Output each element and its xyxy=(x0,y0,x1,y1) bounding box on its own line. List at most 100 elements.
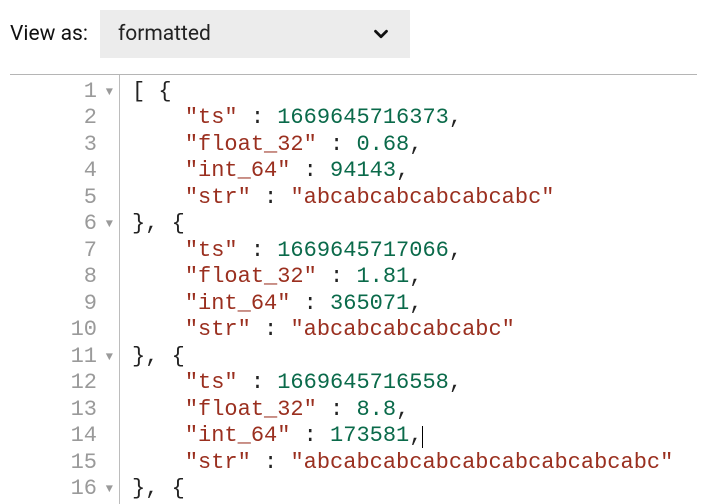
line-number: 9 xyxy=(84,291,97,318)
token-punct xyxy=(132,238,185,265)
fold-toggle-icon[interactable]: ▼ xyxy=(101,350,113,365)
token-number: 173581 xyxy=(330,423,409,450)
token-punct: : xyxy=(251,450,291,477)
code-line[interactable]: "str" : "abcabcabcabcabc" xyxy=(132,318,673,345)
gutter-row: 8▼ xyxy=(10,265,113,292)
gutter-row: 2▼ xyxy=(10,106,113,133)
token-string: "int_64" xyxy=(185,158,291,185)
gutter-row: 11▼ xyxy=(10,344,113,371)
gutter-row: 14▼ xyxy=(10,424,113,451)
token-string: "abcabcabcabcabc" xyxy=(290,317,514,344)
line-number: 7 xyxy=(84,238,97,265)
chevron-down-icon xyxy=(370,23,392,45)
code-line[interactable]: }, { xyxy=(132,477,673,504)
code-line[interactable]: "float_32" : 1.81, xyxy=(132,265,673,292)
token-string: "float_32" xyxy=(185,132,317,159)
token-punct: : xyxy=(238,370,278,397)
token-punct xyxy=(132,185,185,212)
code-editor[interactable]: 1▼2▼3▼4▼5▼6▼7▼8▼9▼10▼11▼12▼13▼14▼15▼16▼ … xyxy=(10,74,697,504)
code-line[interactable]: }, { xyxy=(132,212,673,239)
token-punct: : xyxy=(251,185,291,212)
token-number: 1669645716373 xyxy=(277,105,449,132)
line-number: 16 xyxy=(71,476,97,503)
gutter-row: 15▼ xyxy=(10,450,113,477)
line-number: 12 xyxy=(71,370,97,397)
code-line[interactable]: "ts" : 1669645716373, xyxy=(132,106,673,133)
token-number: 1.81 xyxy=(356,264,409,291)
gutter-row: 6▼ xyxy=(10,212,113,239)
line-number: 6 xyxy=(84,211,97,238)
fold-toggle-icon[interactable]: ▼ xyxy=(101,85,113,100)
gutter-row: 4▼ xyxy=(10,159,113,186)
token-punct: : xyxy=(238,238,278,265)
line-number: 1 xyxy=(84,79,97,106)
token-punct: : xyxy=(290,158,330,185)
token-punct xyxy=(132,158,185,185)
line-number: 8 xyxy=(84,264,97,291)
code-line[interactable]: "int_64" : 94143, xyxy=(132,159,673,186)
token-punct: , xyxy=(396,397,409,424)
token-punct: , xyxy=(449,105,462,132)
gutter-row: 13▼ xyxy=(10,397,113,424)
code-line[interactable]: "int_64" : 173581, xyxy=(132,424,673,451)
token-string: "str" xyxy=(185,317,251,344)
token-punct: : xyxy=(317,132,357,159)
code-line[interactable]: "str" : "abcabcabcabcabcabcabcabcabc" xyxy=(132,450,673,477)
code-line[interactable]: "float_32" : 8.8, xyxy=(132,397,673,424)
token-string: "int_64" xyxy=(185,291,291,318)
token-punct: , xyxy=(409,291,422,318)
token-punct: , xyxy=(409,423,422,450)
code-line[interactable]: }, { xyxy=(132,344,673,371)
token-punct xyxy=(132,317,185,344)
code-line[interactable]: "float_32" : 0.68, xyxy=(132,132,673,159)
fold-toggle-icon[interactable]: ▼ xyxy=(101,482,113,497)
view-as-select-value: formatted xyxy=(118,22,211,46)
token-number: 8.8 xyxy=(356,397,396,424)
view-as-select[interactable]: formatted xyxy=(100,10,410,58)
token-number: 1669645717066 xyxy=(277,238,449,265)
token-punct xyxy=(132,291,185,318)
code-line[interactable]: "str" : "abcabcabcabcabcabc" xyxy=(132,185,673,212)
line-number: 13 xyxy=(71,397,97,424)
token-number: 0.68 xyxy=(356,132,409,159)
token-string: "float_32" xyxy=(185,397,317,424)
token-punct xyxy=(132,264,185,291)
code-line[interactable]: [ { xyxy=(132,79,673,106)
token-string: "ts" xyxy=(185,370,238,397)
token-punct: [ { xyxy=(132,79,172,106)
token-punct: : xyxy=(290,291,330,318)
gutter-row: 1▼ xyxy=(10,79,113,106)
token-string: "ts" xyxy=(185,238,238,265)
line-number: 4 xyxy=(84,158,97,185)
line-number: 2 xyxy=(84,105,97,132)
token-punct xyxy=(132,132,185,159)
line-gutter: 1▼2▼3▼4▼5▼6▼7▼8▼9▼10▼11▼12▼13▼14▼15▼16▼ xyxy=(10,75,120,504)
token-punct: : xyxy=(317,397,357,424)
token-punct: : xyxy=(238,105,278,132)
token-number: 1669645716558 xyxy=(277,370,449,397)
token-punct xyxy=(132,105,185,132)
token-punct: , xyxy=(449,370,462,397)
token-string: "str" xyxy=(185,450,251,477)
token-number: 365071 xyxy=(330,291,409,318)
token-punct: }, { xyxy=(132,211,185,238)
token-punct: , xyxy=(409,132,422,159)
token-punct: , xyxy=(396,158,409,185)
token-string: "int_64" xyxy=(185,423,291,450)
line-number: 3 xyxy=(84,132,97,159)
token-punct xyxy=(132,370,185,397)
line-number: 14 xyxy=(71,423,97,450)
token-punct xyxy=(132,450,185,477)
token-punct: }, { xyxy=(132,344,185,371)
token-number: 94143 xyxy=(330,158,396,185)
token-punct: : xyxy=(317,264,357,291)
code-area[interactable]: [ { "ts" : 1669645716373, "float_32" : 0… xyxy=(120,75,673,504)
fold-toggle-icon[interactable]: ▼ xyxy=(101,217,113,232)
code-line[interactable]: "int_64" : 365071, xyxy=(132,291,673,318)
code-line[interactable]: "ts" : 1669645717066, xyxy=(132,238,673,265)
toolbar: View as: formatted xyxy=(0,0,707,68)
token-punct xyxy=(132,423,185,450)
code-line[interactable]: "ts" : 1669645716558, xyxy=(132,371,673,398)
line-number: 5 xyxy=(84,185,97,212)
line-number: 10 xyxy=(71,317,97,344)
